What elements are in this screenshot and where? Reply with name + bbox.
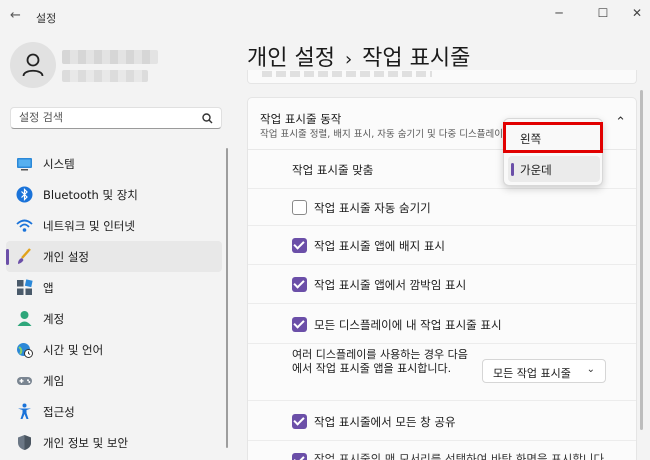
section-description: 작업 표시줄 정렬, 배지 표시, 자동 숨기기 및 다중 디스플레이: [260, 129, 503, 140]
alignment-label: 작업 표시줄 맞춤: [292, 163, 374, 177]
badges-row[interactable]: 작업 표시줄 앱에 배지 표시: [248, 226, 636, 265]
previous-section-edge: [247, 70, 637, 84]
sidebar-item-personalization[interactable]: 개인 설정: [6, 241, 222, 272]
person-icon: [22, 53, 44, 77]
page-title: 작업 표시줄: [362, 46, 471, 71]
sidebar-item-accessibility[interactable]: 접근성: [6, 396, 222, 427]
sidebar-item-label: 계정: [43, 312, 65, 326]
flashing-label: 작업 표시줄 앱에서 깜박임 표시: [314, 278, 467, 292]
minimize-icon[interactable]: ─: [548, 4, 570, 22]
all-displays-label: 모든 디스플레이에 내 작업 표시줄 표시: [314, 318, 502, 332]
sidebar-item-privacy[interactable]: 개인 정보 및 보안: [6, 427, 222, 458]
sidebar-item-label: 시간 및 언어: [43, 343, 104, 357]
maximize-icon[interactable]: ☐: [592, 4, 614, 22]
share-windows-checkbox[interactable]: [292, 414, 307, 429]
dropdown-option-center[interactable]: 가운데: [508, 156, 600, 182]
multi-display-label: 여러 디스플레이를 사용하는 경우 다음에서 작업 표시줄 앱을 표시합니다.: [292, 348, 468, 375]
active-indicator: [6, 249, 9, 265]
far-corner-label: 작업 표시줄의 맨 모서리를 선택하여 바탕 화면을 표시합니다: [314, 452, 605, 460]
all-displays-checkbox[interactable]: [292, 317, 307, 332]
apps-icon: [17, 279, 33, 295]
flashing-row[interactable]: 작업 표시줄 앱에서 깜박임 표시: [248, 265, 636, 304]
share-windows-row[interactable]: 작업 표시줄에서 모든 창 공유: [248, 401, 636, 441]
sidebar-item-label: 개인 정보 및 보안: [43, 436, 129, 450]
multi-display-row: 여러 디스플레이를 사용하는 경우 다음에서 작업 표시줄 앱을 표시합니다. …: [248, 344, 636, 401]
badges-checkbox[interactable]: [292, 238, 307, 253]
shield-icon: [18, 435, 31, 450]
globe-clock-icon: [17, 343, 33, 358]
sidebar-item-apps[interactable]: 앱: [6, 272, 222, 303]
all-displays-row[interactable]: 모든 디스플레이에 내 작업 표시줄 표시: [248, 304, 636, 344]
breadcrumb-parent[interactable]: 개인 설정: [247, 46, 335, 71]
sidebar-scrollbar[interactable]: [226, 148, 228, 448]
breadcrumb-separator: ›: [344, 49, 353, 70]
clipped-text: [262, 71, 432, 77]
sidebar-item-system[interactable]: 시스템: [6, 148, 222, 179]
breadcrumb: 개인 설정 › 작업 표시줄: [247, 40, 470, 72]
search-icon[interactable]: [202, 113, 213, 124]
blurred-user-email: [62, 70, 148, 82]
app-title: 설정: [36, 12, 57, 25]
chevron-down-icon: ⌄: [586, 364, 595, 375]
chevron-up-icon[interactable]: ⌃: [615, 115, 626, 130]
sidebar-item-label: 시스템: [43, 157, 75, 171]
flashing-checkbox[interactable]: [292, 277, 307, 292]
back-arrow-icon[interactable]: ←: [10, 9, 24, 23]
search-box[interactable]: [10, 107, 222, 129]
accessibility-icon: [18, 403, 31, 419]
auto-hide-label: 작업 표시줄 자동 숨기기: [314, 201, 431, 215]
monitor-icon: [17, 158, 32, 171]
sidebar-item-gaming[interactable]: 게임: [6, 365, 222, 396]
avatar[interactable]: [10, 42, 56, 88]
wifi-icon: [16, 219, 33, 232]
brush-icon: [18, 248, 31, 264]
far-corner-row[interactable]: 작업 표시줄의 맨 모서리를 선택하여 바탕 화면을 표시합니다: [248, 441, 636, 460]
sidebar-item-label: 게임: [43, 374, 65, 388]
sidebar-item-network[interactable]: 네트워크 및 인터넷: [6, 210, 222, 241]
sidebar-item-label: Bluetooth 및 장치: [43, 188, 138, 202]
account-icon: [17, 311, 32, 326]
sidebar-item-time-language[interactable]: 시간 및 언어: [6, 334, 222, 365]
badges-label: 작업 표시줄 앱에 배지 표시: [314, 239, 446, 253]
close-icon[interactable]: ✕: [626, 4, 648, 22]
far-corner-checkbox[interactable]: [292, 453, 307, 460]
selected-indicator: [511, 163, 514, 176]
sidebar-nav: 시스템 Bluetooth 및 장치 네트워크 및 인터넷 개인 설정 앱 계정…: [6, 148, 222, 458]
multi-display-select[interactable]: 모든 작업 표시줄 ⌄: [482, 359, 606, 383]
sidebar-item-label: 앱: [43, 281, 54, 295]
sidebar-item-label: 개인 설정: [43, 250, 89, 264]
title-bar: ← 설정 ─ ☐ ✕: [0, 0, 650, 34]
sidebar-item-label: 네트워크 및 인터넷: [43, 219, 135, 233]
sidebar-item-accounts[interactable]: 계정: [6, 303, 222, 334]
highlight-box: [503, 122, 603, 153]
multi-display-value: 모든 작업 표시줄: [493, 367, 571, 380]
bluetooth-icon: [16, 186, 33, 203]
auto-hide-checkbox[interactable]: [292, 200, 307, 215]
search-input[interactable]: [19, 111, 199, 124]
sidebar-item-bluetooth[interactable]: Bluetooth 및 장치: [6, 179, 222, 210]
option-label: 가운데: [520, 163, 552, 177]
gamepad-icon: [17, 377, 32, 385]
sidebar-item-label: 접근성: [43, 405, 75, 419]
blurred-user-name: [62, 50, 158, 64]
share-windows-label: 작업 표시줄에서 모든 창 공유: [314, 415, 456, 429]
auto-hide-row[interactable]: 작업 표시줄 자동 숨기기: [248, 189, 636, 226]
section-title: 작업 표시줄 동작: [260, 112, 342, 126]
main-scrollbar[interactable]: [640, 90, 643, 430]
